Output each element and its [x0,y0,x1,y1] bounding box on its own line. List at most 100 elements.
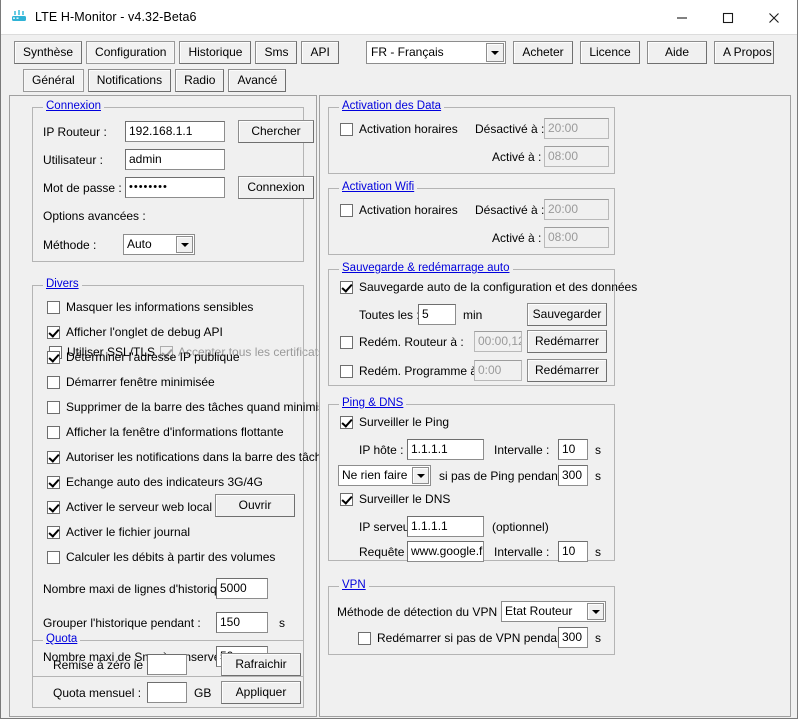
search-router-button[interactable]: Chercher [238,120,314,143]
group-history-label: Grouper l'historique pendant : [43,616,201,630]
help-button[interactable]: Aide [647,41,707,64]
ping-action-select[interactable]: Ne rien faire [338,465,431,486]
password-input[interactable]: •••••••• [125,177,225,198]
subtab-notifications[interactable]: Notifications [88,69,171,92]
watch-dns-checkbox[interactable] [340,493,353,506]
vpn-restart-input[interactable]: 300 [558,627,588,648]
backup-now-button[interactable]: Sauvegarder [527,303,607,326]
compute-rates-checkbox[interactable] [47,551,60,564]
dns-server-input[interactable]: 1.1.1.1 [407,516,484,537]
allow-notifications-checkbox[interactable] [47,451,60,464]
subtab-radio[interactable]: Radio [175,69,224,92]
chevron-down-icon [486,43,504,62]
ping-interval-input[interactable]: 10 [558,439,588,460]
reboot-router-checkbox[interactable] [340,336,353,349]
dns-optional-label: (optionnel) [492,520,549,534]
tab-configuration[interactable]: Configuration [86,41,175,64]
vpn-restart-label: Redémarrer si pas de VPN pendant : [377,631,574,645]
detect-public-ip-checkbox[interactable] [47,351,60,364]
enable-web-server-checkbox[interactable] [47,501,60,514]
licence-button[interactable]: Licence [580,41,640,64]
data-on-label: Activé à : [492,150,541,164]
quota-monthly-unit: GB [194,686,211,700]
reboot-program-checkbox[interactable] [340,365,353,378]
wifi-on-label: Activé à : [492,231,541,245]
quota-apply-button[interactable]: Appliquer [221,681,301,704]
tab-historique[interactable]: Historique [179,41,251,64]
about-button[interactable]: A Propos [714,41,774,64]
group-ping-dns: Ping & DNS Surveiller le Ping IP hôte : … [328,404,615,561]
maximize-button[interactable] [705,0,751,35]
auto-swap-3g4g-checkbox[interactable] [47,476,60,489]
show-api-debug-checkbox[interactable] [47,326,60,339]
method-select[interactable]: Auto [123,234,195,255]
dns-query-input[interactable]: www.google.fr [407,541,484,562]
quota-reset-label: Remise à zéro le : [53,658,150,672]
language-select-value: FR - Français [371,45,444,59]
data-off-label: Désactivé à : [475,122,544,136]
wifi-off-input[interactable]: 20:00 [544,199,609,220]
connect-button[interactable]: Connexion [238,176,314,199]
buy-button[interactable]: Acheter [513,41,573,64]
enable-log-file-checkbox[interactable] [47,526,60,539]
wifi-schedule-checkbox[interactable] [340,204,353,217]
group-vpn-legend: VPN [339,579,369,591]
ping-interval-label: Intervalle : [494,443,549,457]
group-sauvegarde-legend: Sauvegarde & redémarrage auto [339,262,513,274]
hide-taskbar-checkbox[interactable] [47,401,60,414]
no-ping-input[interactable]: 300 [558,465,588,486]
tab-api[interactable]: API [301,41,338,64]
watch-ping-label: Surveiller le Ping [359,415,449,429]
detect-public-ip-label: Déterminer l'adresse IP publique [66,350,240,364]
subtab-general[interactable]: Général [23,69,84,92]
left-panel: Connexion IP Routeur : 192.168.1.1 Cherc… [9,95,317,717]
max-history-lines-input[interactable]: 5000 [216,578,268,599]
subtab-avance[interactable]: Avancé [228,69,286,92]
ip-router-label: IP Routeur : [43,125,107,139]
open-web-server-button[interactable]: Ouvrir [215,494,295,517]
ip-router-input[interactable]: 192.168.1.1 [125,121,225,142]
minimize-button[interactable] [659,0,705,35]
watch-ping-checkbox[interactable] [340,416,353,429]
data-off-input[interactable]: 20:00 [544,118,609,139]
auto-backup-checkbox[interactable] [340,281,353,294]
quota-refresh-button[interactable]: Rafraichir [221,653,301,676]
compute-rates-label: Calculer les débits à partir des volumes [66,550,275,564]
wifi-on-input[interactable]: 08:00 [544,227,609,248]
backup-interval-label: Toutes les : [359,308,420,322]
group-history-input[interactable]: 150 [216,612,268,633]
data-on-input[interactable]: 08:00 [544,146,609,167]
chevron-down-icon [412,467,429,484]
tab-synthese[interactable]: Synthèse [14,41,82,64]
reboot-program-label: Redém. Programme à : [359,364,484,378]
reboot-router-input[interactable]: 00:00,12 [474,331,522,352]
user-input[interactable]: admin [125,149,225,170]
dns-interval-label: Intervalle : [494,545,549,559]
enable-log-file-label: Activer le fichier journal [66,525,190,539]
dns-interval-input[interactable]: 10 [558,541,588,562]
auto-backup-label: Sauvegarde auto de la configuration et d… [359,280,637,294]
ping-interval-unit: s [595,443,601,457]
window-title: LTE H-Monitor - v4.32-Beta6 [35,10,197,24]
start-minimized-checkbox[interactable] [47,376,60,389]
reboot-program-input[interactable]: 0:00 [474,360,522,381]
group-activation-wifi: Activation Wifi Activation horaires Désa… [328,188,615,255]
enable-web-server-label: Activer le serveur web local [66,500,212,514]
no-ping-label: si pas de Ping pendant : [439,469,568,483]
quota-monthly-input[interactable] [147,682,187,703]
reboot-router-button[interactable]: Redémarrer [527,330,607,353]
close-button[interactable] [751,0,797,35]
no-ping-unit: s [595,469,601,483]
quota-reset-input[interactable] [147,654,187,675]
ping-host-input[interactable]: 1.1.1.1 [407,439,484,460]
hide-sensitive-checkbox[interactable] [47,301,60,314]
vpn-restart-checkbox[interactable] [358,632,371,645]
tab-sms[interactable]: Sms [255,41,297,64]
floating-info-window-checkbox[interactable] [47,426,60,439]
language-select[interactable]: FR - Français [366,41,506,64]
reboot-program-button[interactable]: Redémarrer [527,359,607,382]
data-schedule-checkbox[interactable] [340,123,353,136]
backup-interval-input[interactable]: 5 [418,304,456,325]
vpn-detect-select[interactable]: Etat Routeur [501,601,606,622]
max-history-lines-label: Nombre maxi de lignes d'historique : [43,582,237,596]
